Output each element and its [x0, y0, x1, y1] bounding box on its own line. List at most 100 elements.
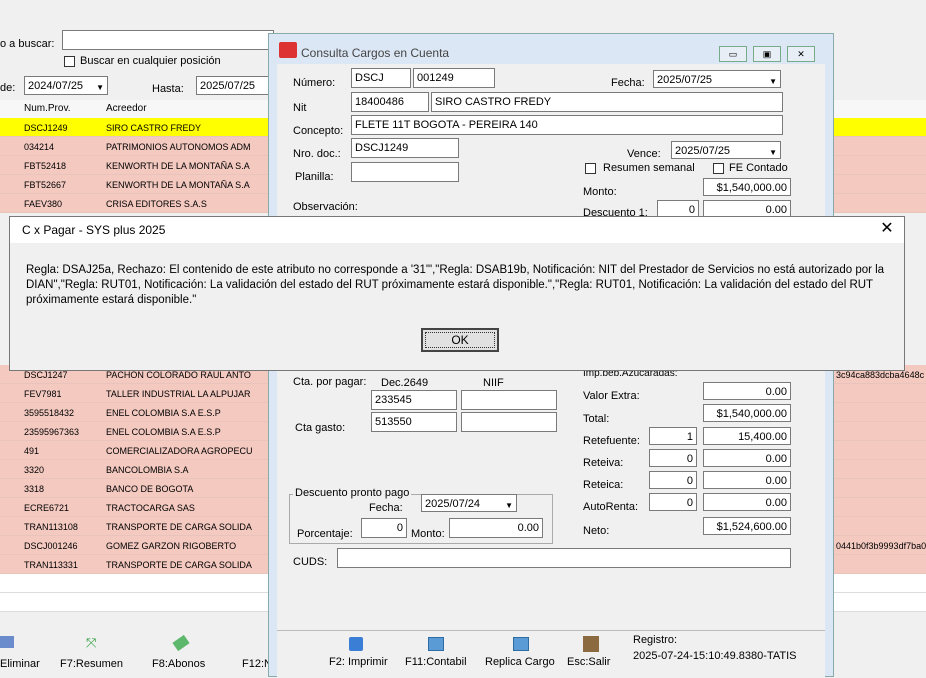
pronto-pago-title: Descuento pronto pago — [293, 487, 412, 499]
cta-gasto-niif-field[interactable] — [461, 412, 557, 432]
to-date-value: 2025/07/25 — [200, 80, 256, 92]
valor-extra-label: Valor Extra: — [583, 390, 640, 402]
fecha-picker[interactable]: 2025/07/25 ▼ — [653, 70, 781, 88]
porcentaje-label: Porcentaje: — [297, 528, 353, 540]
row-numprov: 3318 — [24, 484, 45, 494]
niif-label: NIIF — [483, 377, 504, 389]
dialog-title: C x Pagar - SYS plus 2025 — [22, 223, 166, 237]
numero-label: Número: — [293, 77, 336, 89]
imprimir-button[interactable]: F2: Imprimir — [329, 656, 388, 668]
nit-field[interactable]: 18400486 — [351, 92, 429, 112]
row-acreedor: TRANSPORTE DE CARGA SOLIDA — [106, 560, 252, 570]
replica-button[interactable]: Replica Cargo — [485, 656, 555, 668]
concepto-field[interactable]: FLETE 11T BOGOTA - PEREIRA 140 — [351, 115, 783, 135]
numero-field[interactable]: 001249 — [413, 68, 495, 88]
row-numprov: TRAN113108 — [24, 522, 78, 532]
to-date-picker[interactable]: 2025/07/25 — [196, 76, 270, 95]
window-body: Número: DSCJ 001249 Fecha: 2025/07/25 ▼ N… — [277, 64, 825, 678]
cta-pagar-niif-field[interactable] — [461, 390, 557, 410]
exit-icon — [583, 636, 599, 652]
row-numprov: 034214 — [24, 142, 55, 152]
resumen-button[interactable]: F7:Resumen — [60, 658, 123, 670]
row-numprov: 3320 — [24, 465, 45, 475]
focus-ring — [425, 332, 495, 348]
close-icon: ✕ — [797, 49, 805, 59]
autorenta-value-field[interactable]: 0.00 — [703, 493, 791, 511]
col-acreedor[interactable]: Acreedor — [106, 103, 147, 114]
dpp-fecha-picker[interactable]: 2025/07/24 ▼ — [421, 494, 517, 512]
fe-contado-label: FE Contado — [729, 162, 788, 174]
row-numprov: DSCJ1249 — [24, 123, 68, 133]
retefuente-value-field[interactable]: 15,400.00 — [703, 427, 791, 445]
row-acreedor: BANCOLOMBIA S.A — [106, 465, 189, 475]
row-numprov: 23595967363 — [24, 427, 80, 437]
fe-contado-checkbox[interactable] — [713, 163, 724, 174]
row-numprov: FBT52667 — [24, 180, 67, 190]
col-numprov[interactable]: Num.Prov. — [24, 103, 71, 114]
nit-name-field[interactable]: SIRO CASTRO FREDY — [431, 92, 783, 112]
row-acreedor: ENEL COLOMBIA S.A E.S.P — [106, 427, 221, 437]
maximize-button[interactable]: ▣ — [753, 46, 781, 62]
retefuente-pct-field[interactable]: 1 — [649, 427, 697, 445]
concepto-label: Concepto: — [293, 125, 344, 137]
from-date-picker[interactable]: 2024/07/25 ▼ — [24, 76, 108, 95]
contabil-button[interactable]: F11:Contabil — [405, 656, 467, 668]
reteica-value-field[interactable]: 0.00 — [703, 471, 791, 489]
dialog-message: Regla: DSAJ25a, Rechazo: El contenido de… — [26, 264, 885, 306]
close-button[interactable]: ✕ — [787, 46, 815, 62]
monto-label: Monto: — [583, 186, 617, 198]
resumen-semanal-checkbox[interactable] — [585, 163, 596, 174]
total-field[interactable]: $1,540,000.00 — [703, 404, 791, 422]
error-dialog: C x Pagar - SYS plus 2025 ✕ Regla: DSAJ2… — [9, 216, 905, 371]
dialog-body: Regla: DSAJ25a, Rechazo: El contenido de… — [10, 243, 904, 370]
reteica-pct-field[interactable]: 0 — [649, 471, 697, 489]
delete-button[interactable]: Eliminar — [0, 658, 40, 670]
salir-button[interactable]: Esc:Salir — [567, 656, 610, 668]
resumen-semanal-label: Resumen semanal — [603, 162, 695, 174]
cta-pagar-label: Cta. por pagar: — [293, 376, 367, 388]
row-acreedor: COMERCIALIZADORA AGROPECU — [106, 446, 253, 456]
fecha-value: 2025/07/25 — [657, 74, 713, 86]
neto-label: Neto: — [583, 525, 610, 537]
chevron-down-icon: ▼ — [769, 77, 777, 86]
cta-gasto-field[interactable]: 513550 — [371, 412, 457, 432]
neto-field[interactable]: $1,524,600.00 — [703, 517, 791, 535]
search-input[interactable] — [62, 30, 274, 50]
row-acreedor: KENWORTH DE LA MONTAÑA S.A — [106, 180, 250, 190]
monto-field[interactable]: $1,540,000.00 — [703, 178, 791, 196]
registro-value: 2025-07-24-15:10:49.8380-TATIS — [633, 650, 797, 662]
any-position-label: Buscar en cualquier posición — [80, 55, 221, 67]
valor-extra-field[interactable]: 0.00 — [703, 382, 791, 400]
minimize-button[interactable]: ▭ — [719, 46, 747, 62]
dpp-monto-label: Monto: — [411, 528, 445, 540]
vence-picker[interactable]: 2025/07/25 ▼ — [671, 141, 781, 159]
dpp-monto-field[interactable]: 0.00 — [449, 518, 543, 538]
chevron-down-icon: ▼ — [769, 148, 777, 157]
row-numprov: 3595518432 — [24, 408, 75, 418]
autorenta-pct-field[interactable]: 0 — [649, 493, 697, 511]
dialog-close-button[interactable]: ✕ — [876, 219, 898, 239]
from-label: de: — [0, 82, 16, 94]
dpp-fecha-label: Fecha: — [369, 502, 403, 514]
observacion-label: Observación: — [293, 201, 358, 213]
any-position-checkbox[interactable] — [64, 56, 75, 67]
window-title: Consulta Cargos en Cuenta — [301, 46, 450, 60]
planilla-field[interactable] — [351, 162, 459, 182]
search-label: o a buscar: — [0, 38, 55, 50]
cta-pagar-field[interactable]: 233545 — [371, 390, 457, 410]
ok-button[interactable]: OK — [421, 328, 499, 352]
reteiva-label: Reteiva: — [583, 457, 624, 469]
chevron-down-icon: ▼ — [505, 501, 513, 510]
reteiva-pct-field[interactable]: 0 — [649, 449, 697, 467]
numero-prefix-field[interactable]: DSCJ — [351, 68, 411, 88]
cuds-field[interactable] — [337, 548, 791, 568]
vence-label: Vence: — [627, 148, 661, 160]
porcentaje-field[interactable]: 0 — [361, 518, 407, 538]
row-numprov: TRAN113331 — [24, 560, 78, 570]
abonos-button[interactable]: F8:Abonos — [152, 658, 205, 670]
row-acreedor: SIRO CASTRO FREDY — [106, 123, 202, 133]
chevron-down-icon: ▼ — [96, 83, 104, 92]
reteiva-value-field[interactable]: 0.00 — [703, 449, 791, 467]
row-acreedor: TRANSPORTE DE CARGA SOLIDA — [106, 522, 252, 532]
nrodoc-field[interactable]: DSCJ1249 — [351, 138, 459, 158]
